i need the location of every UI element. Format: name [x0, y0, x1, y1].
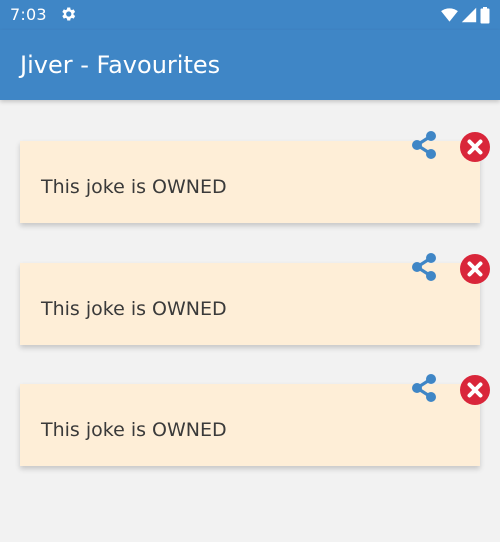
joke-text: This joke is OWNED [41, 176, 227, 198]
favourite-card: This joke is OWNED [20, 253, 490, 345]
battery-icon [480, 6, 490, 24]
wifi-icon [441, 8, 458, 22]
joke-text: This joke is OWNED [41, 419, 227, 441]
favourite-card: This joke is OWNED [20, 374, 490, 466]
share-icon [412, 253, 436, 281]
delete-button[interactable] [459, 131, 491, 163]
delete-button[interactable] [459, 253, 491, 285]
delete-button[interactable] [459, 374, 491, 406]
share-button[interactable] [408, 129, 440, 161]
settings-icon [59, 5, 77, 23]
page-title: Jiver - Favourites [20, 51, 221, 79]
status-bar: 7:03 [0, 0, 500, 30]
share-icon [412, 131, 436, 159]
share-icon [412, 374, 436, 402]
signal-icon [461, 7, 477, 23]
delete-icon [460, 132, 490, 162]
status-icons [441, 6, 490, 24]
share-button[interactable] [408, 372, 440, 404]
status-time: 7:03 [10, 5, 47, 24]
delete-icon [460, 254, 490, 284]
favourite-card: This joke is OWNED [20, 131, 490, 223]
app-bar: Jiver - Favourites [0, 30, 500, 100]
share-button[interactable] [408, 251, 440, 283]
joke-text: This joke is OWNED [41, 298, 227, 320]
delete-icon [460, 375, 490, 405]
